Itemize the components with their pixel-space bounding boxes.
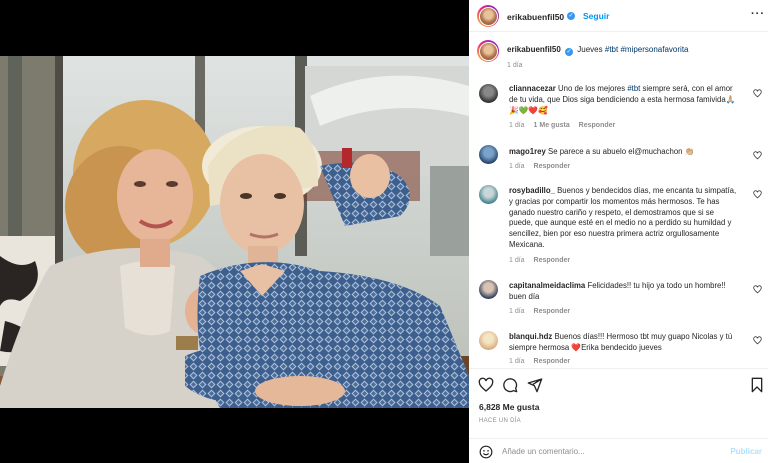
comment-item: blanqui.hdz Buenos días!!! Hermoso tbt m… (469, 330, 768, 368)
caption-author-avatar[interactable] (477, 40, 499, 62)
like-comment-heart-icon[interactable] (753, 151, 762, 160)
comment-meta: 1 día Responder (509, 257, 577, 264)
comment-input[interactable] (502, 444, 717, 459)
publish-button[interactable]: Publicar (730, 447, 762, 456)
caption-author-avatar-image (478, 41, 498, 61)
hashtag-tbt[interactable]: #tbt (605, 45, 618, 54)
likes-count[interactable]: 6,828 Me gusta (479, 402, 539, 412)
caption-username[interactable]: erikabuenfil50 (507, 45, 561, 54)
author-avatar[interactable] (477, 5, 499, 27)
commenter-username[interactable]: rosybadillo_ (509, 186, 555, 195)
caption-meta: 1 día (507, 62, 530, 69)
author-username[interactable]: erikabuenfil50 (507, 12, 564, 22)
save-bookmark-icon[interactable] (749, 377, 765, 393)
like-comment-heart-icon[interactable] (753, 285, 762, 294)
reply-button[interactable]: Responder (579, 122, 616, 129)
post-actions: 6,828 Me gusta HACE UN DÍA (469, 368, 768, 438)
commenter-avatar[interactable] (479, 84, 498, 103)
verified-badge-icon: ✓ (567, 12, 575, 20)
comment-bubble-icon[interactable] (502, 377, 518, 393)
author-avatar-image (478, 6, 498, 26)
commenter-avatar[interactable] (479, 280, 498, 299)
comment-item: rosybadillo_ Buenos y bendecidos días, m… (469, 184, 768, 268)
like-comment-heart-icon[interactable] (753, 190, 762, 199)
comment-meta: 1 día 1 Me gusta Responder (509, 122, 622, 129)
comment-time[interactable]: 1 día (509, 257, 525, 264)
post-side-panel: erikabuenfil50 ✓ Seguir ··· erikabuenfil… (469, 0, 768, 463)
comment-item: mago1rey Se parece a su abuelo el@muchac… (469, 144, 768, 174)
comment-body: Se parece a su abuelo el@muchachon 👏🏼 (548, 147, 695, 156)
hashtag-mipersonafavorita[interactable]: #mipersonafavorita (620, 45, 688, 54)
reply-button[interactable]: Responder (534, 257, 571, 264)
caption-time[interactable]: 1 día (507, 62, 523, 69)
instagram-post-view: erikabuenfil50 ✓ Seguir ··· erikabuenfil… (0, 0, 768, 463)
comment-likes[interactable]: 1 Me gusta (534, 122, 570, 129)
post-date[interactable]: HACE UN DÍA (479, 418, 521, 424)
comment-text: blanqui.hdz Buenos días!!! Hermoso tbt m… (509, 332, 739, 354)
comment-text: rosybadillo_ Buenos y bendecidos días, m… (509, 186, 739, 251)
comment-body: Buenos y bendecidos días, me encanta tu … (509, 186, 737, 249)
comment-body: Uno de los mejores (557, 84, 628, 93)
comment-text: mago1rey Se parece a su abuelo el@muchac… (509, 147, 739, 158)
commenter-avatar[interactable] (479, 331, 498, 350)
comment-item: cliannacezar Uno de los mejores #tbt sie… (469, 82, 768, 132)
comment-composer: Publicar (469, 438, 768, 463)
comment-hashtag[interactable]: #tbt (627, 84, 640, 93)
comment-text: cliannacezar Uno de los mejores #tbt sie… (509, 84, 739, 116)
commenter-username[interactable]: capitanalmeidaclima (509, 281, 585, 290)
reply-button[interactable]: Responder (534, 358, 571, 365)
reply-button[interactable]: Responder (534, 163, 571, 170)
post-photo[interactable] (0, 56, 469, 408)
comment-time[interactable]: 1 día (509, 358, 525, 365)
emoji-icon[interactable] (479, 445, 493, 459)
caption-text: erikabuenfil50 ✓ Jueves #tbt #mipersonaf… (507, 45, 689, 56)
caption-body: Jueves (577, 45, 603, 54)
comment-meta: 1 día Responder (509, 358, 577, 365)
commenter-username[interactable]: mago1rey (509, 147, 546, 156)
comment-text: capitanalmeidaclima Felicidades!! tu hij… (509, 281, 739, 303)
comment-meta: 1 día Responder (509, 163, 577, 170)
post-header: erikabuenfil50 ✓ Seguir ··· (469, 0, 768, 32)
like-comment-heart-icon[interactable] (753, 89, 762, 98)
comment-time[interactable]: 1 día (509, 163, 525, 170)
like-comment-heart-icon[interactable] (753, 336, 762, 345)
comment-item: capitanalmeidaclima Felicidades!! tu hij… (469, 279, 768, 319)
reply-button[interactable]: Responder (534, 308, 571, 315)
commenter-avatar[interactable] (479, 185, 498, 204)
commenter-username[interactable]: blanqui.hdz (509, 332, 552, 341)
more-options-icon[interactable]: ··· (751, 8, 765, 20)
comment-time[interactable]: 1 día (509, 308, 525, 315)
commenter-avatar[interactable] (479, 145, 498, 164)
commenter-username[interactable]: cliannacezar (509, 84, 556, 93)
comment-meta: 1 día Responder (509, 308, 577, 315)
caption-verified-badge-icon: ✓ (565, 48, 574, 56)
share-send-icon[interactable] (527, 377, 543, 393)
post-image (0, 56, 469, 408)
follow-button[interactable]: Seguir (583, 11, 609, 21)
comment-time[interactable]: 1 día (509, 122, 525, 129)
like-heart-icon[interactable] (478, 377, 494, 393)
